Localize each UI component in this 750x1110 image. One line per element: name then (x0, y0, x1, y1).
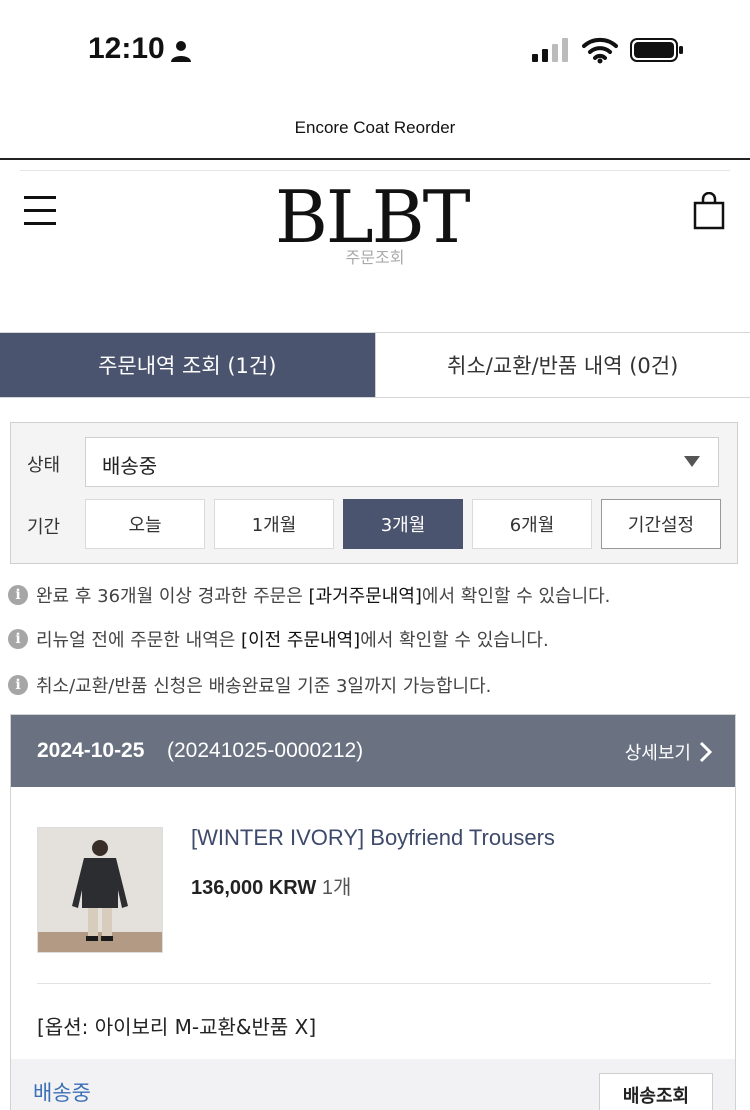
status-time: 12:10 (88, 32, 165, 65)
person-icon (171, 41, 191, 62)
notice-previous-orders: i 리뉴얼 전에 주문한 내역은 [이전 주문내역]에서 확인할 수 있습니다. (8, 626, 549, 652)
status-bar: 12:10 (0, 0, 750, 100)
product-image[interactable] (37, 827, 163, 953)
period-buttons: 오늘 1개월 3개월 6개월 기간설정 (85, 499, 721, 549)
order-status: 배송중 (33, 1081, 91, 1105)
signal-icon (532, 38, 568, 62)
order-number: (20241025-0000212) (167, 739, 364, 762)
battery-icon (630, 38, 683, 62)
order-date: 2024-10-25 (37, 739, 145, 762)
info-icon: i (8, 675, 28, 695)
order-tabs: 주문내역 조회 (1건) 취소/교환/반품 내역 (0건) (0, 332, 750, 398)
header-subdivider (20, 170, 730, 171)
app-title: Encore Coat Reorder (294, 118, 456, 137)
order-card: 2024-10-25 (20241025-0000212) 상세보기 [WINT… (10, 714, 736, 1110)
notice-text: 취소/교환/반품 신청은 배송완료일 기준 3일까지 가능합니다. (36, 676, 492, 697)
order-detail-label: 상세보기 (624, 743, 691, 764)
status-filter-label: 상태 (27, 455, 61, 476)
notice-text: 리뉴얼 전에 주문한 내역은 [이전 주문내역]에서 확인할 수 있습니다. (36, 630, 549, 651)
product-photo-icon (38, 828, 162, 952)
period-6months-button[interactable]: 6개월 (472, 499, 592, 549)
notice-past-orders: i 완료 후 36개월 이상 경과한 주문은 [과거주문내역]에서 확인할 수 … (8, 582, 610, 608)
previous-orders-link[interactable]: [이전 주문내역] (241, 630, 360, 651)
period-today-button[interactable]: 오늘 (85, 499, 205, 549)
menu-icon[interactable] (22, 194, 58, 228)
notice-return-policy: i 취소/교환/반품 신청은 배송완료일 기준 3일까지 가능합니다. (8, 672, 491, 698)
card-divider (37, 983, 711, 984)
period-filter-label: 기간 (27, 517, 61, 538)
tab-cancel-exchange-return[interactable]: 취소/교환/반품 내역 (0건) (374, 333, 750, 397)
order-header: 2024-10-25 (20241025-0000212) 상세보기 (11, 715, 735, 787)
notice-text: 완료 후 36개월 이상 경과한 주문은 [과거주문내역]에서 확인할 수 있습… (36, 586, 611, 607)
page-subtitle: 주문조회 (345, 248, 405, 267)
status-select[interactable]: 배송중 (85, 437, 719, 487)
period-1month-button[interactable]: 1개월 (214, 499, 334, 549)
info-icon: i (8, 585, 28, 605)
wifi-icon (582, 37, 618, 64)
header-divider (0, 158, 750, 160)
track-delivery-button[interactable]: 배송조회 (599, 1073, 713, 1110)
order-detail-link[interactable]: 상세보기 (625, 739, 713, 765)
info-icon: i (8, 629, 28, 649)
filter-panel: 상태 배송중 기간 오늘 1개월 3개월 6개월 기간설정 (10, 422, 738, 564)
product-option: [옵션: 아이보리 M-교환&반품 X] (37, 1015, 317, 1039)
product-price: 136,000 KRW (191, 877, 317, 899)
period-3months-button[interactable]: 3개월 (343, 499, 463, 549)
price-row: 136,000 KRW 1개 (191, 871, 351, 900)
period-custom-button[interactable]: 기간설정 (601, 499, 721, 549)
status-select-value: 배송중 (102, 454, 158, 478)
product-quantity: 1개 (321, 877, 352, 899)
cart-icon[interactable] (692, 192, 726, 230)
past-orders-link[interactable]: [과거주문내역] (309, 586, 422, 607)
product-name-link[interactable]: [WINTER IVORY] Boyfriend Trousers (191, 825, 555, 851)
chevron-right-icon (699, 741, 713, 763)
dropdown-arrow-icon (684, 456, 700, 467)
order-footer: 배송중 배송조회 (11, 1059, 735, 1110)
tab-order-history[interactable]: 주문내역 조회 (1건) (0, 333, 375, 397)
